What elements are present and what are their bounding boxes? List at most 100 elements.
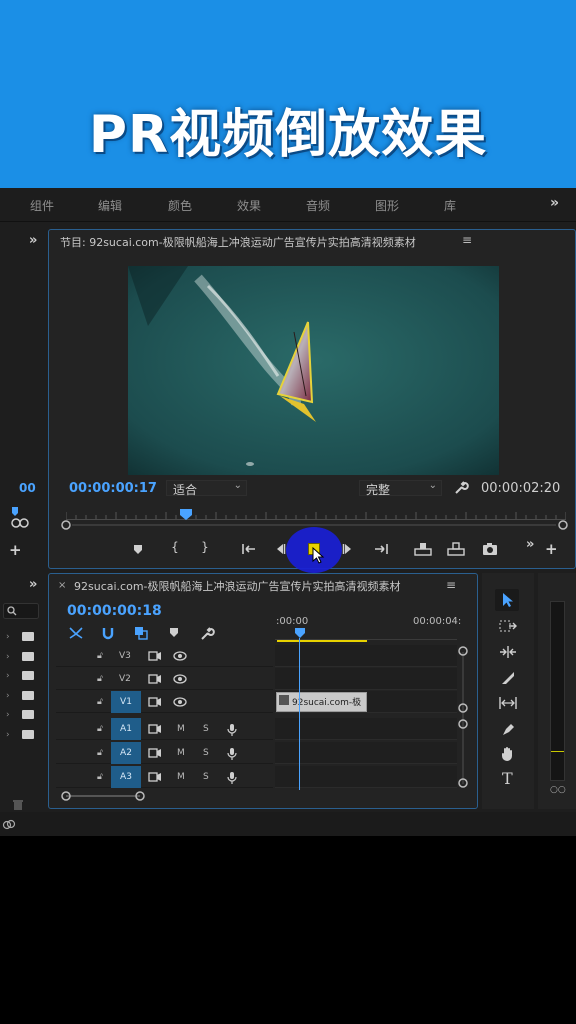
- track-lane-a2[interactable]: [275, 742, 457, 764]
- eye-icon[interactable]: [173, 674, 187, 684]
- mute-button-a3[interactable]: M: [177, 772, 185, 782]
- marker-icon[interactable]: [132, 543, 144, 555]
- timeline-horizontal-scrollbar[interactable]: [66, 795, 140, 797]
- track-target-a1[interactable]: A1: [111, 718, 141, 740]
- project-panel-expand-button[interactable]: »: [29, 577, 37, 592]
- sync-lock-icon[interactable]: [148, 724, 162, 734]
- workspace-tab-editing[interactable]: 编辑: [98, 197, 122, 214]
- selection-tool-icon[interactable]: [501, 592, 515, 608]
- cloud-sync-icon[interactable]: [2, 818, 16, 830]
- step-forward-icon[interactable]: [342, 543, 354, 555]
- scrollbar-handle-bottom[interactable]: [457, 777, 469, 789]
- source-panel-expand-button[interactable]: »: [29, 233, 37, 248]
- folder-icon[interactable]: › › › › › ›: [6, 629, 40, 739]
- mark-in-icon[interactable]: {: [170, 540, 180, 554]
- go-to-in-icon[interactable]: [241, 542, 257, 556]
- timeline-current-timecode[interactable]: 00:00:00:18: [67, 603, 162, 619]
- track-target-a2[interactable]: A2: [111, 742, 141, 764]
- zoom-scrollbar[interactable]: [72, 524, 556, 526]
- track-header-v1: [56, 691, 273, 713]
- workspace-tab-assembly[interactable]: 组件: [30, 197, 54, 214]
- program-time-ruler[interactable]: [66, 512, 566, 524]
- solo-button-a2[interactable]: S: [203, 748, 209, 758]
- eye-icon[interactable]: [173, 697, 187, 707]
- workspace-tab-color[interactable]: 颜色: [168, 197, 192, 214]
- track-lane-v2[interactable]: [275, 668, 457, 690]
- meter-solo-icon[interactable]: ○○: [550, 785, 566, 795]
- fx-badge-icon: [279, 695, 289, 705]
- program-current-timecode[interactable]: 00:00:00:17: [69, 481, 157, 496]
- mark-out-icon[interactable]: }: [200, 540, 210, 554]
- lock-icon[interactable]: 🔓︎: [97, 748, 103, 758]
- mute-button-a1[interactable]: M: [177, 724, 185, 734]
- program-duration-timecode: 00:00:02:20: [481, 481, 561, 496]
- scrollbar-handle-right[interactable]: [557, 519, 569, 531]
- microphone-icon[interactable]: [227, 723, 237, 737]
- eye-icon[interactable]: [173, 651, 187, 661]
- workspace-tab-libraries[interactable]: 库: [444, 197, 456, 214]
- timeline-settings-wrench-icon[interactable]: [199, 626, 215, 642]
- sync-lock-icon[interactable]: [148, 772, 162, 782]
- workspace-overflow-button[interactable]: »: [550, 195, 559, 211]
- close-tab-icon[interactable]: ×: [58, 580, 66, 591]
- lock-icon[interactable]: 🔓︎: [97, 724, 103, 734]
- track-lane-a1[interactable]: [275, 718, 457, 740]
- solo-button-a1[interactable]: S: [203, 724, 209, 734]
- button-editor-add[interactable]: +: [545, 540, 558, 558]
- scrollbar-handle-left[interactable]: [60, 519, 72, 531]
- scrollbar-handle-mid2[interactable]: [457, 718, 469, 730]
- track-lane-v3[interactable]: [275, 645, 457, 667]
- trash-icon[interactable]: [12, 799, 24, 811]
- mute-button-a2[interactable]: M: [177, 748, 185, 758]
- search-icon[interactable]: [3, 603, 39, 619]
- lock-icon[interactable]: 🔓︎: [97, 674, 103, 684]
- step-back-icon[interactable]: [274, 543, 286, 555]
- workspace-tab-audio[interactable]: 音频: [306, 197, 330, 214]
- timeline-playhead-head[interactable]: [294, 627, 306, 639]
- lock-icon[interactable]: 🔓︎: [97, 651, 103, 661]
- razor-tool-icon[interactable]: [500, 670, 516, 686]
- extract-icon[interactable]: [447, 542, 465, 556]
- microphone-icon[interactable]: [227, 747, 237, 761]
- add-marker-icon[interactable]: [168, 627, 180, 639]
- program-playhead[interactable]: [179, 508, 193, 520]
- microphone-icon[interactable]: [227, 771, 237, 785]
- fit-dropdown[interactable]: 适合 ⌄: [166, 480, 247, 497]
- workspace-tab-effects[interactable]: 效果: [237, 197, 261, 214]
- scrollbar-handle-left[interactable]: [60, 790, 72, 802]
- lift-icon[interactable]: [414, 542, 432, 556]
- scrollbar-handle-right[interactable]: [134, 790, 146, 802]
- workspace-tab-graphics[interactable]: 图形: [375, 197, 399, 214]
- hand-tool-icon[interactable]: [500, 746, 516, 762]
- wrench-icon[interactable]: [453, 480, 469, 496]
- source-add-button[interactable]: +: [9, 541, 22, 559]
- ripple-edit-tool-icon[interactable]: [499, 645, 517, 659]
- scrollbar-handle-mid[interactable]: [457, 702, 469, 714]
- sync-lock-icon[interactable]: [148, 674, 162, 684]
- track-target-a3[interactable]: A3: [111, 766, 141, 788]
- video-clip[interactable]: 92sucai.com-极: [276, 692, 367, 712]
- program-panel-menu-icon[interactable]: ≡: [462, 233, 472, 247]
- sync-lock-icon[interactable]: [148, 651, 162, 661]
- video-clip-name: 92sucai.com-极: [292, 698, 362, 708]
- export-frame-icon[interactable]: [482, 542, 498, 556]
- sequence-tab-title[interactable]: 92sucai.com-极限帆船海上冲浪运动广告宣传片实拍高清视频素材: [74, 578, 401, 594]
- lock-icon[interactable]: 🔓︎: [97, 772, 103, 782]
- go-to-out-icon[interactable]: [373, 542, 389, 556]
- sync-lock-icon[interactable]: [148, 697, 162, 707]
- sync-lock-icon[interactable]: [148, 748, 162, 758]
- monitor-controls-overflow-button[interactable]: »: [526, 537, 534, 552]
- timeline-panel-menu-icon[interactable]: ≡: [446, 578, 456, 592]
- linked-selection-icon[interactable]: [134, 626, 148, 640]
- solo-button-a3[interactable]: S: [203, 772, 209, 782]
- scrollbar-handle-top[interactable]: [457, 645, 469, 657]
- lock-icon[interactable]: 🔓︎: [97, 697, 103, 707]
- track-select-tool-icon[interactable]: [499, 619, 517, 633]
- slip-tool-icon[interactable]: [498, 696, 518, 710]
- nest-sequence-icon[interactable]: [68, 626, 84, 640]
- snap-icon[interactable]: [101, 626, 115, 640]
- playback-resolution-dropdown[interactable]: 完整 ⌄: [359, 480, 442, 497]
- type-tool-icon[interactable]: T: [502, 769, 513, 788]
- pen-tool-icon[interactable]: [500, 721, 516, 737]
- track-lane-a3[interactable]: [275, 766, 457, 788]
